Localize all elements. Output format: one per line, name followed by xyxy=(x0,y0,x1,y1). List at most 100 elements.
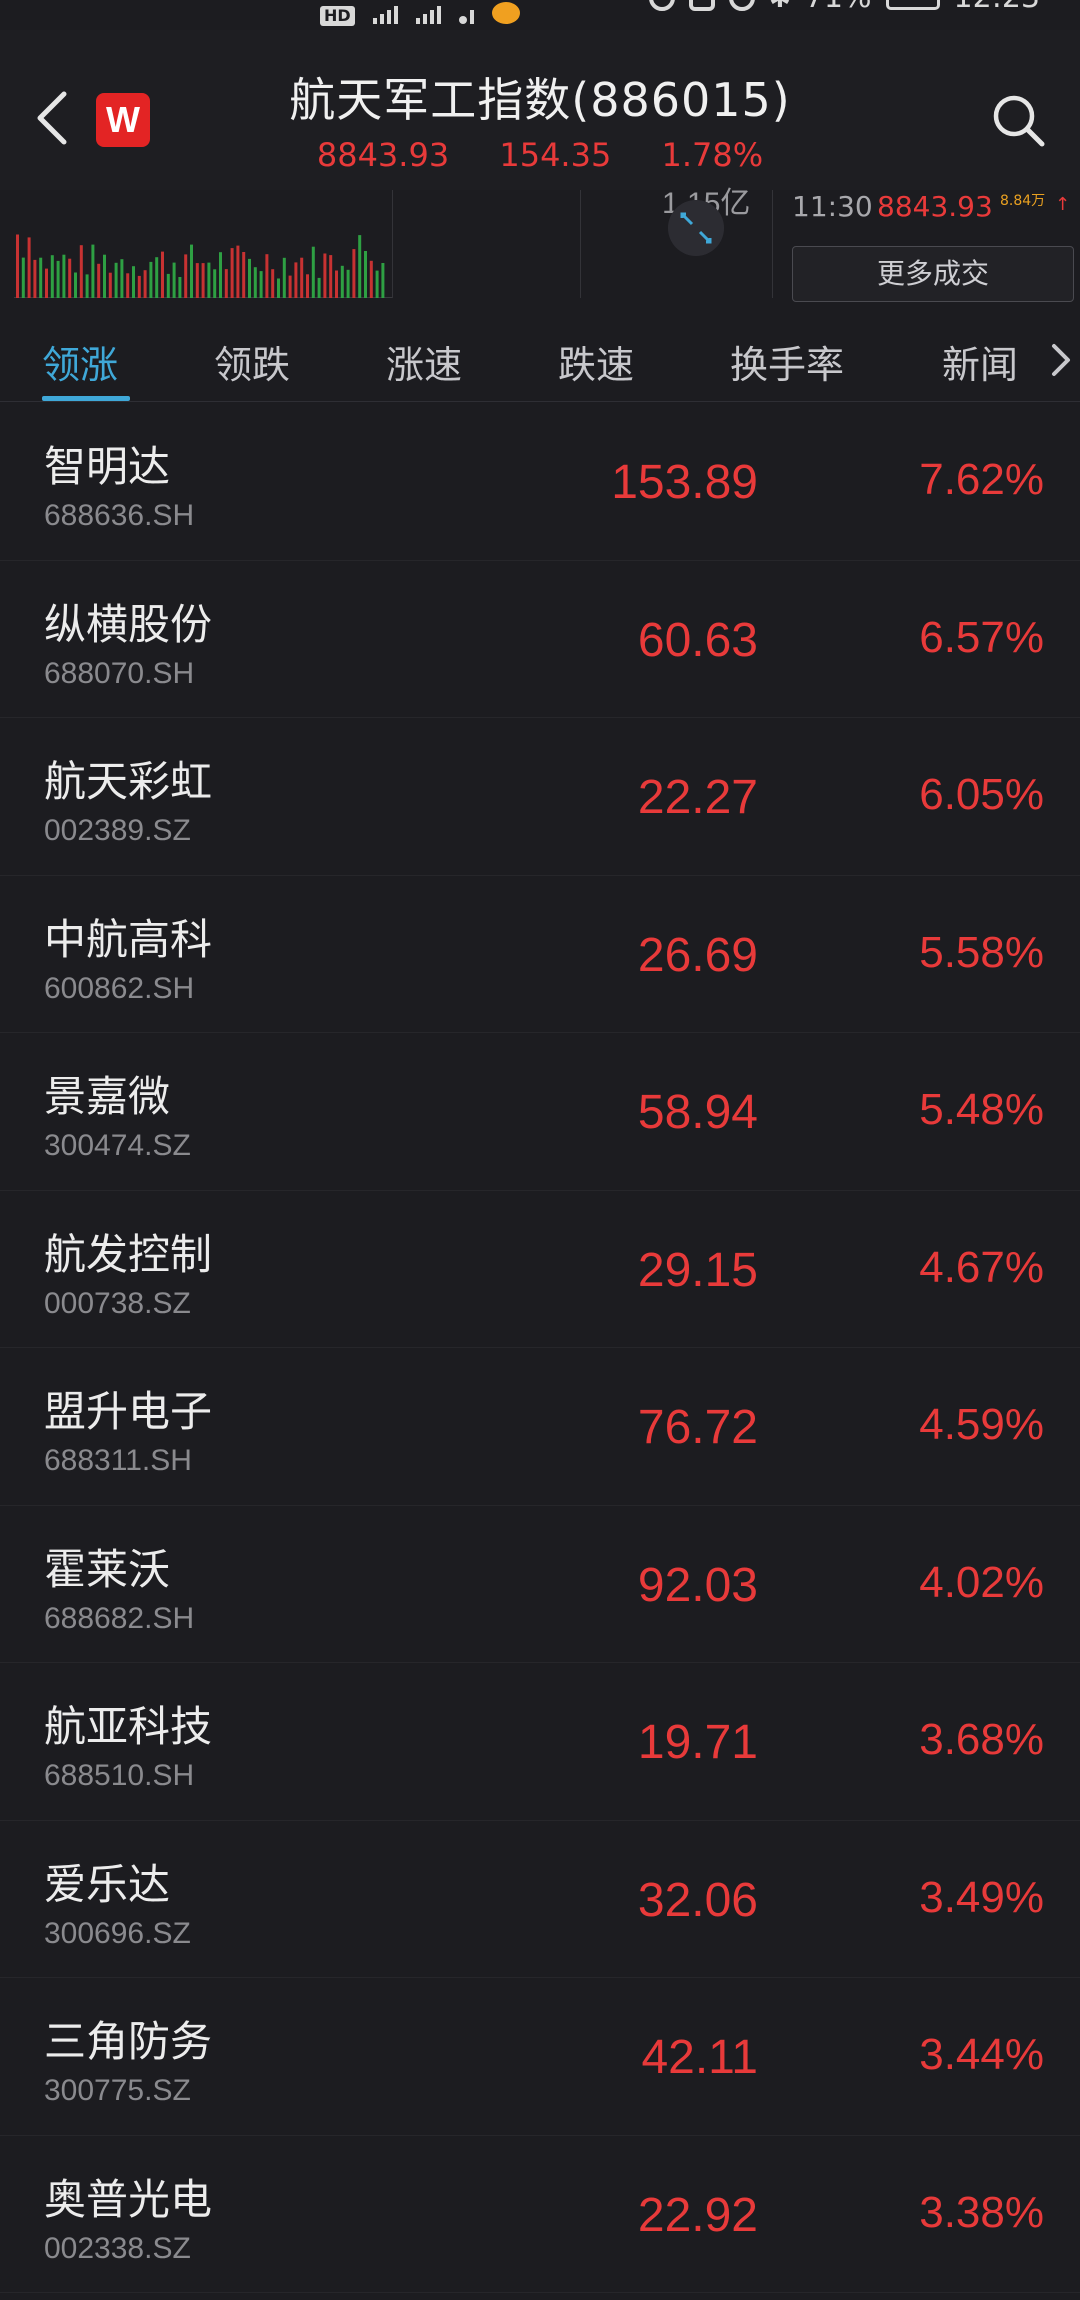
stock-code: 688682.SH xyxy=(44,1601,195,1635)
stock-list: 智明达 688636.SH 153.89 7.62% 纵横股份 688070.S… xyxy=(0,403,1080,2293)
volume-bar xyxy=(79,245,83,298)
up-arrow-icon: ↑ xyxy=(1055,194,1071,215)
wifi-icon xyxy=(458,4,474,24)
volume-bar xyxy=(50,255,54,298)
tab-news[interactable]: 新闻 xyxy=(942,334,1018,389)
header-bar: W 航天军工指数(886015) 8843.93 154.35 1.78% xyxy=(0,30,1080,190)
index-quote: 8843.93 154.35 1.78% xyxy=(0,136,1080,174)
stock-change-pct: 4.02% xyxy=(919,1557,1044,1607)
stock-code: 688311.SH xyxy=(44,1444,192,1477)
volume-bar xyxy=(277,278,280,298)
volume-bar xyxy=(265,254,269,298)
stock-price: 32.06 xyxy=(637,1873,758,1927)
stock-row[interactable]: 智明达 688636.SH 153.89 7.62% xyxy=(0,403,1080,561)
stock-row[interactable]: 航亚科技 688510.SH 19.71 3.68% xyxy=(0,1663,1080,1821)
volume-bar xyxy=(74,272,77,298)
bluetooth-icon: ✱ xyxy=(769,0,791,14)
search-icon[interactable] xyxy=(988,90,1048,150)
volume-bar xyxy=(155,257,159,298)
volume-bar xyxy=(149,261,153,298)
volume-bar xyxy=(62,254,66,298)
stock-change-pct: 6.05% xyxy=(919,770,1044,819)
signal-icon xyxy=(372,4,398,24)
stock-change-pct: 3.38% xyxy=(919,2187,1044,2237)
stock-name: 纵横股份 xyxy=(44,599,213,649)
stock-row[interactable]: 景嘉微 300474.SZ 58.94 5.48% xyxy=(0,1033,1080,1191)
stock-row[interactable]: 三角防务 300775.SZ 42.11 3.44% xyxy=(0,1978,1080,2136)
volume-bar xyxy=(381,263,385,298)
volume-bar xyxy=(311,246,315,298)
volume-bar xyxy=(375,270,379,298)
ranking-tabs: 领涨 领跌 涨速 跌速 换手率 新闻 xyxy=(0,312,1080,402)
stock-price: 19.71 xyxy=(637,1716,758,1769)
index-change: 154.35 xyxy=(499,136,612,174)
volume-bar xyxy=(166,273,170,298)
tab-rise-speed[interactable]: 涨速 xyxy=(386,334,462,389)
tab-leading-losers[interactable]: 领跌 xyxy=(214,334,290,389)
volume-bar xyxy=(195,263,199,298)
stock-row[interactable]: 纵横股份 688070.SH 60.63 6.57% xyxy=(0,561,1080,718)
volume-chart[interactable] xyxy=(14,190,392,298)
tab-fall-speed[interactable]: 跌速 xyxy=(558,334,634,389)
mute-icon xyxy=(729,0,756,11)
page-title: 航天军工指数(886015) xyxy=(289,73,791,127)
stock-price: 60.63 xyxy=(637,613,758,667)
volume-bar xyxy=(207,262,211,298)
volume-bar xyxy=(103,254,106,298)
volume-bar xyxy=(132,266,135,298)
volume-bar xyxy=(346,269,350,298)
stock-row[interactable]: 爱乐达 300696.SZ 32.06 3.49% xyxy=(0,1821,1080,1978)
expand-icon[interactable] xyxy=(668,200,724,256)
volume-bar xyxy=(172,262,176,298)
volume-bar xyxy=(120,259,124,298)
stock-price: 58.94 xyxy=(637,1086,758,1139)
stock-name: 盟升电子 xyxy=(44,1387,213,1436)
signal-icon-2 xyxy=(415,4,441,24)
volume-bar xyxy=(56,260,60,298)
battery-icon xyxy=(885,0,940,10)
chart-divider-2 xyxy=(580,190,581,298)
stock-row[interactable]: 盟升电子 688311.SH 76.72 4.59% xyxy=(0,1348,1080,1506)
stock-code: 000738.SZ xyxy=(44,1286,191,1320)
stock-row[interactable]: 中航高科 600862.SH 26.69 5.58% xyxy=(0,876,1080,1033)
volume-bar xyxy=(340,265,344,298)
stock-change-pct: 3.44% xyxy=(919,2030,1044,2079)
volume-bar xyxy=(219,252,222,298)
volume-bar xyxy=(369,260,373,298)
volume-bar xyxy=(317,277,321,298)
stock-price: 153.89 xyxy=(611,456,758,509)
active-tab-indicator xyxy=(42,396,130,401)
status-right: ✱ 71% 12:23 xyxy=(649,0,1040,15)
stock-name: 航天彩虹 xyxy=(44,757,213,806)
volume-bar xyxy=(178,277,182,298)
stock-row[interactable]: 航发控制 000738.SZ 29.15 4.67% xyxy=(0,1191,1080,1348)
volume-bar xyxy=(364,251,367,298)
stock-change-pct: 3.68% xyxy=(919,1715,1044,1764)
stock-price: 22.92 xyxy=(637,2188,758,2242)
volume-bar xyxy=(230,248,234,298)
volume-bar xyxy=(143,270,147,298)
status-bar: HD ✱ 71% 12:23 xyxy=(0,0,1080,30)
volume-bar xyxy=(201,263,205,298)
stock-code: 688510.SH xyxy=(44,1759,195,1792)
volume-bars xyxy=(16,234,385,298)
stock-name: 中航高科 xyxy=(44,914,213,964)
volume-bar xyxy=(213,269,217,298)
volume-bar xyxy=(85,274,89,298)
weibo-notification-icon xyxy=(491,2,520,24)
stock-code: 300696.SZ xyxy=(44,1916,191,1950)
volume-bar xyxy=(27,237,31,298)
stock-row[interactable]: 航天彩虹 002389.SZ 22.27 6.05% xyxy=(0,718,1080,876)
volume-bar xyxy=(253,267,257,298)
stock-row[interactable]: 霍莱沃 688682.SH 92.03 4.02% xyxy=(0,1506,1080,1663)
volume-bar xyxy=(271,269,275,298)
volume-bar xyxy=(224,269,228,298)
stock-row[interactable]: 奥普光电 002338.SZ 22.92 3.38% xyxy=(0,2136,1080,2293)
tab-leading-gainers[interactable]: 领涨 xyxy=(42,334,118,389)
stock-change-pct: 5.58% xyxy=(919,927,1044,977)
stock-change-pct: 4.67% xyxy=(919,1242,1044,1292)
tab-turnover-rate[interactable]: 换手率 xyxy=(730,334,844,389)
more-deals-button[interactable]: 更多成交 xyxy=(792,246,1074,302)
chevron-right-icon[interactable] xyxy=(1048,340,1074,380)
volume-bar xyxy=(97,263,101,298)
